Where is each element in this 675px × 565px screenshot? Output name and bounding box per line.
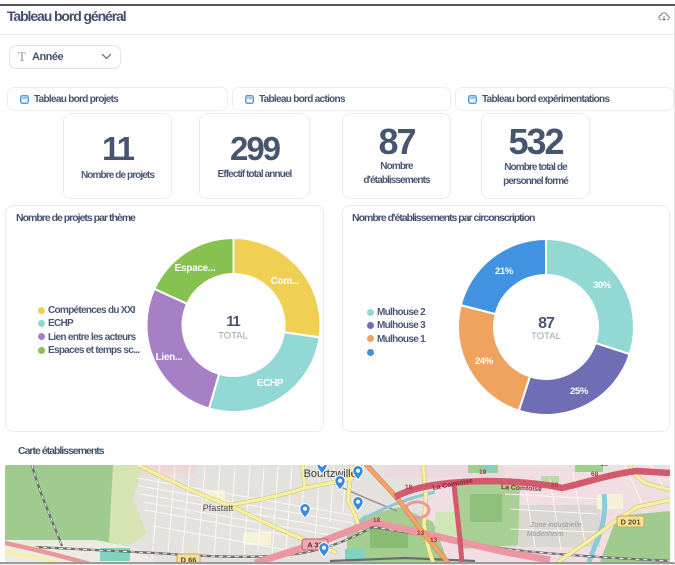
svg-text:25%: 25% <box>570 386 589 397</box>
svg-text:Com...: Com... <box>271 276 300 287</box>
svg-text:13: 13 <box>417 530 425 537</box>
svg-text:19: 19 <box>479 469 487 476</box>
svg-text:Espace...: Espace... <box>175 263 216 274</box>
svg-text:13: 13 <box>430 537 438 544</box>
svg-text:68: 68 <box>591 471 599 478</box>
svg-text:24%: 24% <box>475 356 494 367</box>
svg-text:Zone industrielle: Zone industrielle <box>529 522 581 529</box>
svg-text:Lien...: Lien... <box>156 352 183 363</box>
svg-text:20: 20 <box>551 482 559 489</box>
svg-text:D 201: D 201 <box>620 518 640 527</box>
svg-text:ECHP: ECHP <box>257 378 284 389</box>
svg-text:20: 20 <box>601 461 609 468</box>
svg-text:30%: 30% <box>593 280 612 291</box>
svg-text:87: 87 <box>538 315 555 332</box>
svg-text:TOTAL: TOTAL <box>218 331 248 342</box>
svg-text:18: 18 <box>405 484 413 491</box>
svg-text:Bourtzwiller: Bourtzwiller <box>304 468 361 480</box>
svg-text:21%: 21% <box>495 266 514 277</box>
svg-text:Modenheim: Modenheim <box>527 531 564 538</box>
svg-text:11: 11 <box>226 314 240 330</box>
svg-text:Pfastatt: Pfastatt <box>203 503 234 513</box>
svg-text:TOTAL: TOTAL <box>531 331 561 342</box>
svg-text:18: 18 <box>373 517 381 524</box>
